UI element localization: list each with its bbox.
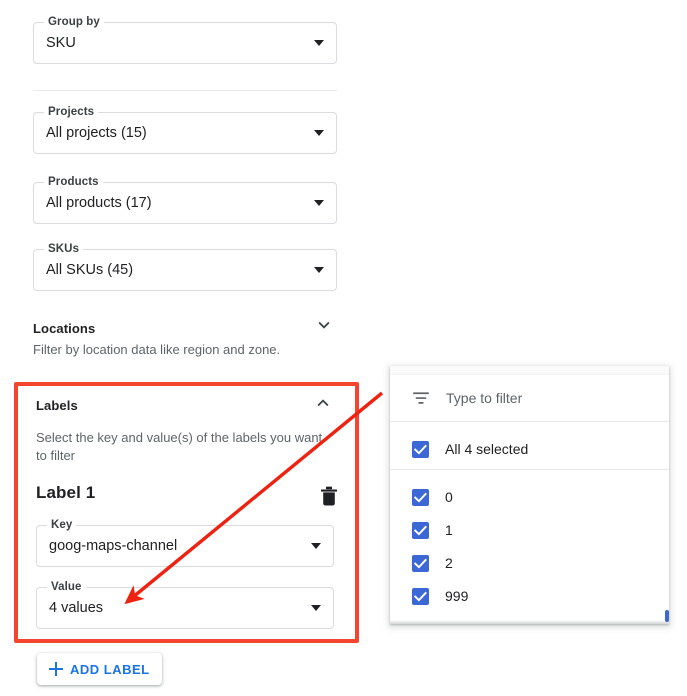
projects-select[interactable]: Projects All projects (15) — [33, 112, 337, 154]
skus-select[interactable]: SKUs All SKUs (45) — [33, 249, 337, 291]
projects-legend: Projects — [44, 105, 98, 119]
labels-section-description: Select the key and value(s) of the label… — [36, 429, 334, 465]
label-value-legend: Value — [47, 580, 86, 594]
filters-panel: Group by SKU Projects All projects (15) … — [0, 0, 372, 696]
label-key-legend: Key — [47, 518, 76, 532]
chevron-down-icon[interactable] — [314, 40, 324, 46]
locations-section-title: Locations — [33, 321, 95, 336]
dropdown-option-row[interactable]: 1 — [390, 513, 669, 547]
label-value-value: 4 values — [49, 600, 103, 616]
dropdown-option-row[interactable]: 999 — [390, 579, 669, 613]
chevron-down-icon[interactable] — [311, 605, 321, 611]
chevron-up-icon[interactable] — [312, 392, 334, 414]
dropdown-divider — [390, 469, 669, 470]
locations-section-description: Filter by location data like region and … — [33, 341, 333, 359]
checkbox-checked-icon[interactable] — [412, 555, 429, 572]
dropdown-option-label: 999 — [445, 588, 468, 604]
dropdown-filter-placeholder: Type to filter — [446, 390, 522, 406]
dropdown-top-edge — [390, 366, 669, 375]
filter-list-icon — [412, 389, 430, 407]
group-by-legend: Group by — [44, 15, 104, 29]
checkbox-checked-icon[interactable] — [412, 588, 429, 605]
projects-value: All projects (15) — [46, 125, 147, 141]
panel-divider — [33, 90, 337, 91]
add-label-button[interactable]: ADD LABEL — [37, 653, 162, 685]
labels-section-title: Labels — [36, 398, 78, 413]
label-1-title: Label 1 — [36, 483, 95, 503]
chevron-down-icon[interactable] — [311, 543, 321, 549]
label-key-value: goog-maps-channel — [49, 538, 177, 554]
dropdown-select-all-label: All 4 selected — [445, 441, 528, 457]
dropdown-option-label: 0 — [445, 489, 453, 505]
dropdown-option-label: 2 — [445, 555, 453, 571]
checkbox-checked-icon[interactable] — [412, 489, 429, 506]
dropdown-select-all-row[interactable]: All 4 selected — [390, 432, 669, 466]
checkbox-checked-icon[interactable] — [412, 441, 429, 458]
group-by-select[interactable]: Group by SKU — [33, 22, 337, 64]
chevron-down-icon[interactable] — [313, 314, 335, 336]
skus-legend: SKUs — [44, 242, 83, 256]
trash-icon[interactable] — [320, 486, 338, 506]
dropdown-clipped-text-left — [416, 366, 426, 372]
label-key-select[interactable]: Key goog-maps-channel — [36, 525, 334, 567]
skus-value: All SKUs (45) — [46, 262, 133, 278]
value-options-dropdown[interactable]: Type to filter All 4 selected 0 1 — [390, 366, 669, 624]
chevron-down-icon[interactable] — [314, 200, 324, 206]
dropdown-option-label: 1 — [445, 522, 453, 538]
label-value-select[interactable]: Value 4 values — [36, 587, 334, 629]
dropdown-clipped-text-right — [536, 366, 548, 372]
plus-icon — [49, 662, 63, 676]
add-label-button-label: ADD LABEL — [70, 662, 150, 677]
chevron-down-icon[interactable] — [314, 130, 324, 136]
products-legend: Products — [44, 175, 103, 189]
screenshot-root: Group by SKU Projects All projects (15) … — [0, 0, 687, 696]
dropdown-option-row[interactable]: 0 — [390, 480, 669, 514]
products-value: All products (17) — [46, 195, 152, 211]
group-by-value: SKU — [46, 35, 76, 51]
checkbox-checked-icon[interactable] — [412, 522, 429, 539]
dropdown-bottom-shadow — [390, 620, 669, 624]
dropdown-filter-input[interactable]: Type to filter — [390, 375, 669, 422]
chevron-down-icon[interactable] — [314, 267, 324, 273]
products-select[interactable]: Products All products (17) — [33, 182, 337, 224]
dropdown-option-row[interactable]: 2 — [390, 546, 669, 580]
